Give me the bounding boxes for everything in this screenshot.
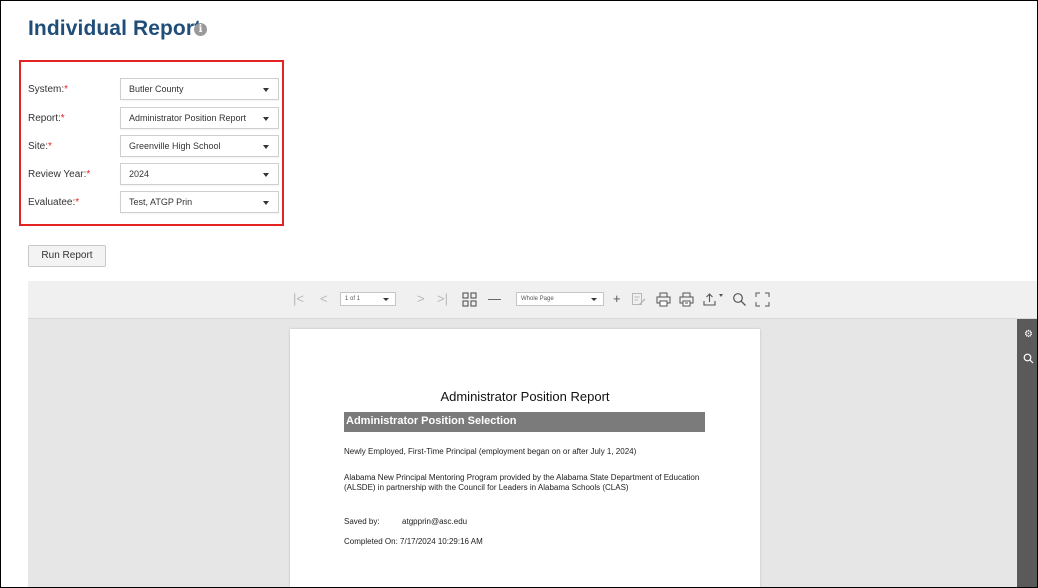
report-select[interactable]: Administrator Position Report — [120, 107, 279, 129]
report-row: Report:* Administrator Position Report — [28, 107, 279, 129]
saved-by-label: Saved by: — [344, 517, 380, 526]
completed-on-label: Completed On: — [344, 537, 398, 546]
gear-icon[interactable]: ⚙ — [1023, 329, 1034, 340]
site-label: Site:* — [28, 141, 52, 152]
completed-on-value: 7/17/2024 10:29:16 AM — [400, 537, 483, 546]
run-report-button[interactable]: Run Report — [28, 245, 106, 267]
chevron-down-icon — [263, 173, 269, 177]
report-viewer: |< < 1 of 1 > >| — Whole Page + Administ… — [28, 281, 1037, 587]
export-chevron-icon[interactable] — [719, 294, 723, 297]
search-icon[interactable] — [1023, 353, 1034, 364]
site-select[interactable]: Greenville High School — [120, 135, 279, 157]
edit-document-icon[interactable] — [631, 292, 646, 307]
report-page: Administrator Position Report Administra… — [290, 329, 760, 587]
system-select[interactable]: Butler County — [120, 78, 279, 100]
next-page-icon[interactable]: > — [417, 291, 425, 307]
section-header: Administrator Position Selection — [344, 412, 705, 432]
print-page-icon[interactable] — [679, 292, 694, 307]
evaluatee-label: Evaluatee:* — [28, 197, 80, 208]
chevron-down-icon — [383, 298, 389, 301]
chevron-down-icon — [263, 117, 269, 121]
report-label: Report:* — [28, 113, 65, 124]
site-row: Site:* Greenville High School — [28, 135, 279, 157]
system-label: System:* — [28, 84, 69, 95]
first-page-icon[interactable]: |< — [293, 291, 304, 307]
page-select[interactable]: 1 of 1 — [340, 292, 396, 306]
zoom-in-icon[interactable]: + — [613, 291, 621, 307]
page-layout-icon[interactable] — [462, 292, 478, 308]
zoom-out-icon[interactable]: — — [488, 291, 501, 307]
evaluatee-row: Evaluatee:* Test, ATGP Prin — [28, 191, 279, 213]
app-window: Individual Report i System:* Butler Coun… — [0, 0, 1038, 588]
review-year-label: Review Year:* — [28, 169, 91, 180]
zoom-select[interactable]: Whole Page — [516, 292, 604, 306]
fullscreen-icon[interactable] — [755, 292, 770, 307]
chevron-down-icon — [263, 88, 269, 92]
program-description-text: Alabama New Principal Mentoring Program … — [344, 473, 700, 492]
report-filters: System:* Butler County Report:* Administ… — [19, 60, 284, 226]
saved-by-row: Saved by: atgpprin@asc.edu — [344, 517, 716, 527]
review-year-select[interactable]: 2024 — [120, 163, 279, 185]
viewer-toolbar: |< < 1 of 1 > >| — Whole Page + — [28, 281, 1037, 319]
review-year-row: Review Year:* 2024 — [28, 163, 279, 185]
export-icon[interactable] — [702, 292, 717, 307]
last-page-icon[interactable]: >| — [437, 291, 448, 307]
evaluatee-select[interactable]: Test, ATGP Prin — [120, 191, 279, 213]
report-title: Administrator Position Report — [440, 389, 610, 404]
completed-on-row: Completed On: 7/17/2024 10:29:16 AM — [344, 537, 716, 547]
page-title: Individual Report — [28, 17, 202, 40]
chevron-down-icon — [263, 145, 269, 149]
previous-page-icon[interactable]: < — [320, 291, 328, 307]
saved-by-value: atgpprin@asc.edu — [402, 517, 468, 526]
info-icon[interactable]: i — [194, 23, 207, 36]
print-icon[interactable] — [656, 292, 671, 307]
search-icon[interactable] — [732, 292, 747, 307]
viewer-side-panel: ⚙ — [1017, 319, 1037, 587]
position-selection-text: Newly Employed, First-Time Principal (em… — [344, 447, 637, 456]
system-row: System:* Butler County — [28, 78, 279, 100]
chevron-down-icon — [591, 298, 597, 301]
chevron-down-icon — [263, 201, 269, 205]
